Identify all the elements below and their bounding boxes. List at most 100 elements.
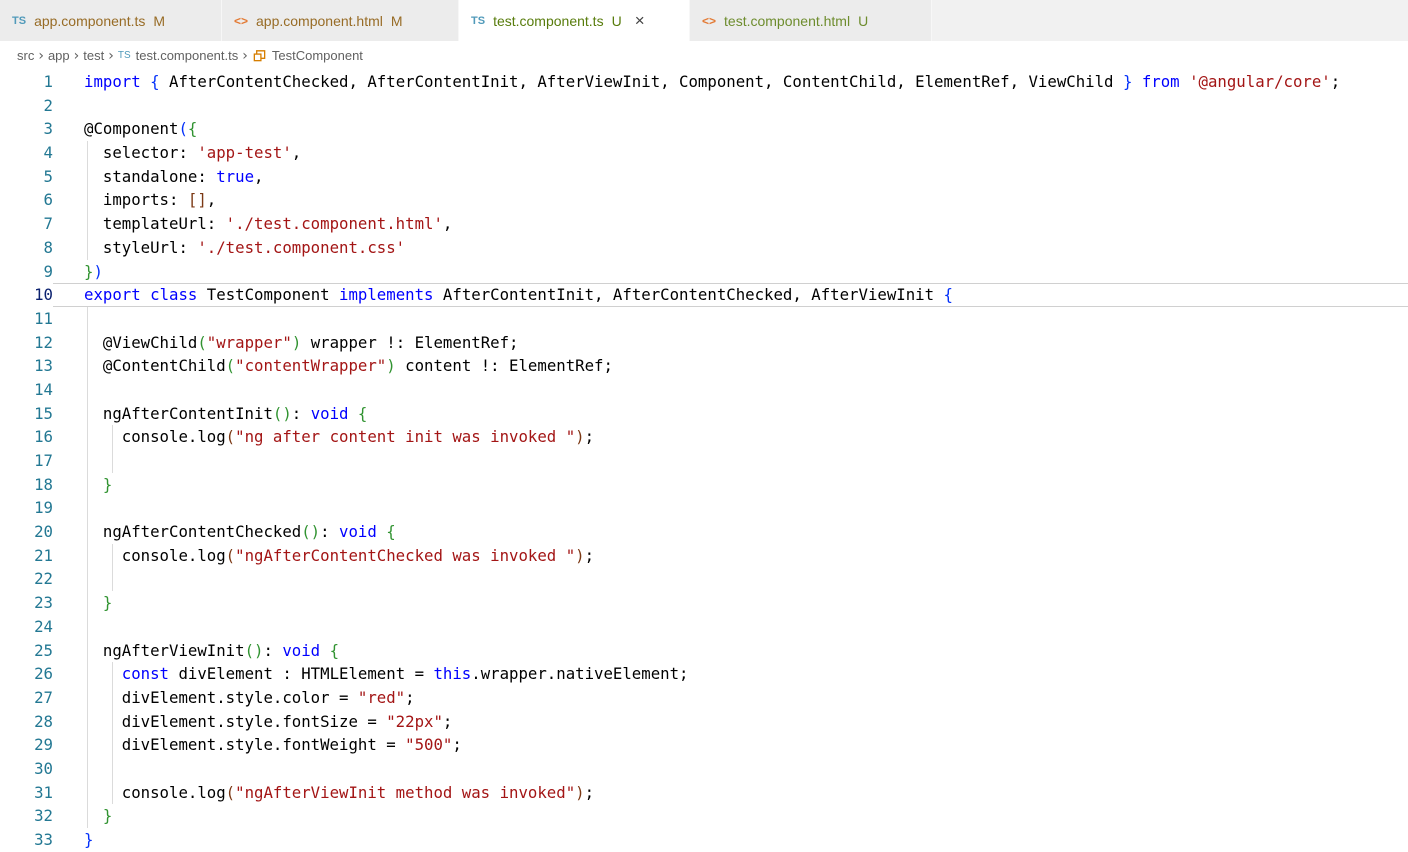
line-number[interactable]: 25: [0, 639, 53, 663]
code-text: const divElement : HTMLElement = this.wr…: [53, 662, 688, 686]
line-number[interactable]: 32: [0, 804, 53, 828]
code-line-9[interactable]: 9}): [0, 260, 1408, 284]
breadcrumb-item-file[interactable]: TS test.component.ts: [118, 48, 238, 63]
code-line-19[interactable]: 19: [0, 496, 1408, 520]
code-line-16[interactable]: 16 console.log("ng after content init wa…: [0, 425, 1408, 449]
code-line-29[interactable]: 29 divElement.style.fontWeight = "500";: [0, 733, 1408, 757]
line-number[interactable]: 10: [0, 283, 53, 307]
line-number[interactable]: 12: [0, 331, 53, 355]
line-number[interactable]: 13: [0, 354, 53, 378]
indent-guide: [87, 378, 88, 402]
tab-app-component-ts[interactable]: TS app.component.ts M: [0, 0, 222, 41]
line-number[interactable]: 19: [0, 496, 53, 520]
line-number[interactable]: 20: [0, 520, 53, 544]
code-text: import { AfterContentChecked, AfterConte…: [53, 70, 1340, 94]
code-editor[interactable]: 1import { AfterContentChecked, AfterCont…: [0, 70, 1408, 852]
line-number[interactable]: 18: [0, 473, 53, 497]
code-text: [53, 496, 84, 520]
code-line-23[interactable]: 23 }: [0, 591, 1408, 615]
code-line-27[interactable]: 27 divElement.style.color = "red";: [0, 686, 1408, 710]
code-line-21[interactable]: 21 console.log("ngAfterContentChecked wa…: [0, 544, 1408, 568]
code-line-18[interactable]: 18 }: [0, 473, 1408, 497]
code-line-28[interactable]: 28 divElement.style.fontSize = "22px";: [0, 710, 1408, 734]
line-number[interactable]: 15: [0, 402, 53, 426]
close-tab-icon[interactable]: ×: [632, 11, 648, 30]
code-line-24[interactable]: 24: [0, 615, 1408, 639]
line-number[interactable]: 4: [0, 141, 53, 165]
line-number[interactable]: 8: [0, 236, 53, 260]
code-text: console.log("ngAfterContentChecked was i…: [53, 544, 594, 568]
code-line-20[interactable]: 20 ngAfterContentChecked(): void {: [0, 520, 1408, 544]
code-line-5[interactable]: 5 standalone: true,: [0, 165, 1408, 189]
line-number[interactable]: 22: [0, 567, 53, 591]
line-number[interactable]: 27: [0, 686, 53, 710]
code-text: @Component({: [53, 117, 197, 141]
code-line-10[interactable]: 10export class TestComponent implements …: [0, 283, 1408, 307]
line-number[interactable]: 14: [0, 378, 53, 402]
code-line-26[interactable]: 26 const divElement : HTMLElement = this…: [0, 662, 1408, 686]
breadcrumb-separator: ›: [108, 48, 114, 64]
line-number[interactable]: 1: [0, 70, 53, 94]
tab-test-component-ts[interactable]: TS test.component.ts U ×: [459, 0, 690, 41]
breadcrumb-item-app[interactable]: app: [48, 48, 70, 63]
code-line-32[interactable]: 32 }: [0, 804, 1408, 828]
line-number[interactable]: 26: [0, 662, 53, 686]
code-text: standalone: true,: [53, 165, 263, 189]
line-number[interactable]: 11: [0, 307, 53, 331]
code-text: [53, 567, 84, 591]
code-line-1[interactable]: 1import { AfterContentChecked, AfterCont…: [0, 70, 1408, 94]
breadcrumb-item-test[interactable]: test: [83, 48, 104, 63]
tab-app-component-html[interactable]: <> app.component.html M: [222, 0, 459, 41]
code-text: }: [53, 591, 112, 615]
code-line-3[interactable]: 3@Component({: [0, 117, 1408, 141]
indent-guide: [87, 496, 88, 520]
code-line-22[interactable]: 22: [0, 567, 1408, 591]
code-line-31[interactable]: 31 console.log("ngAfterViewInit method w…: [0, 781, 1408, 805]
code-line-33[interactable]: 33}: [0, 828, 1408, 852]
indent-guide: [87, 757, 88, 781]
code-text: }: [53, 804, 112, 828]
tab-test-component-html[interactable]: <> test.component.html U: [690, 0, 932, 41]
code-line-8[interactable]: 8 styleUrl: './test.component.css': [0, 236, 1408, 260]
git-status-badge: M: [391, 13, 403, 29]
code-line-15[interactable]: 15 ngAfterContentInit(): void {: [0, 402, 1408, 426]
line-number[interactable]: 33: [0, 828, 53, 852]
line-number[interactable]: 23: [0, 591, 53, 615]
code-line-13[interactable]: 13 @ContentChild("contentWrapper") conte…: [0, 354, 1408, 378]
code-text: @ContentChild("contentWrapper") content …: [53, 354, 613, 378]
line-number[interactable]: 5: [0, 165, 53, 189]
line-number[interactable]: 29: [0, 733, 53, 757]
breadcrumb-item-src[interactable]: src: [17, 48, 34, 63]
code-text: divElement.style.color = "red";: [53, 686, 415, 710]
line-number[interactable]: 21: [0, 544, 53, 568]
line-number[interactable]: 24: [0, 615, 53, 639]
code-line-14[interactable]: 14: [0, 378, 1408, 402]
code-line-4[interactable]: 4 selector: 'app-test',: [0, 141, 1408, 165]
code-line-11[interactable]: 11: [0, 307, 1408, 331]
line-number[interactable]: 6: [0, 188, 53, 212]
code-line-2[interactable]: 2: [0, 94, 1408, 118]
git-status-badge: U: [612, 13, 622, 29]
code-text: export class TestComponent implements Af…: [53, 283, 953, 307]
line-number[interactable]: 7: [0, 212, 53, 236]
git-status-badge: U: [858, 13, 868, 29]
tab-label: app.component.ts: [34, 13, 145, 29]
code-text: imports: [],: [53, 188, 216, 212]
line-number[interactable]: 17: [0, 449, 53, 473]
breadcrumb-item-symbol[interactable]: TestComponent: [252, 48, 363, 63]
code-text: [53, 615, 84, 639]
line-number[interactable]: 31: [0, 781, 53, 805]
code-line-12[interactable]: 12 @ViewChild("wrapper") wrapper !: Elem…: [0, 331, 1408, 355]
code-line-17[interactable]: 17: [0, 449, 1408, 473]
code-line-25[interactable]: 25 ngAfterViewInit(): void {: [0, 639, 1408, 663]
line-number[interactable]: 16: [0, 425, 53, 449]
code-text: [53, 757, 84, 781]
line-number[interactable]: 30: [0, 757, 53, 781]
code-line-30[interactable]: 30: [0, 757, 1408, 781]
line-number[interactable]: 28: [0, 710, 53, 734]
line-number[interactable]: 9: [0, 260, 53, 284]
code-line-7[interactable]: 7 templateUrl: './test.component.html',: [0, 212, 1408, 236]
line-number[interactable]: 2: [0, 94, 53, 118]
line-number[interactable]: 3: [0, 117, 53, 141]
code-line-6[interactable]: 6 imports: [],: [0, 188, 1408, 212]
